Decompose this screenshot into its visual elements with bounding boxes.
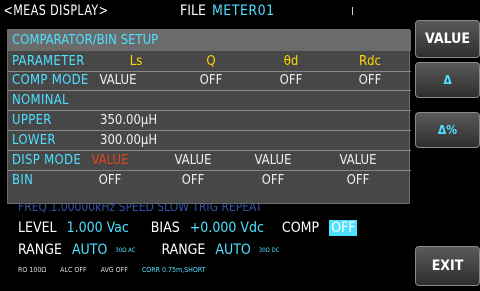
- bin-col-4[interactable]: OFF: [318, 173, 398, 188]
- param-col-4: Rdc: [359, 54, 381, 69]
- row-comp-mode: COMP MODE VALUE OFF OFF OFF: [8, 72, 411, 91]
- upper-value[interactable]: 350.00µH: [100, 113, 157, 128]
- bin-col-1[interactable]: OFF: [70, 173, 150, 188]
- page-mode-title: <MEAS DISPLAY>: [3, 3, 109, 19]
- softkey-column: VALUE Δ Δ% EXIT: [415, 0, 480, 291]
- disp-mode-col-4[interactable]: VALUE: [318, 153, 398, 168]
- status-ro: RO 100Ω: [18, 266, 47, 274]
- delta-percent-softkey[interactable]: Δ%: [415, 112, 480, 148]
- row-parameter: PARAMETER Ls Q θd Rdc: [8, 53, 411, 72]
- level-bias-row: LEVEL 1.000 Vac BIAS +0.000 Vdc COMP OFF: [18, 220, 358, 236]
- value-softkey[interactable]: VALUE: [415, 20, 480, 58]
- comparator-bin-panel: COMPARATOR/BIN SETUP PARAMETER Ls Q θd R…: [7, 29, 411, 204]
- file-label: FILE: [180, 3, 206, 19]
- bias-label: BIAS: [150, 220, 180, 236]
- measurement-area: FREQ 1.00000kHz SPEED SLOW TRIG REPEAT L…: [0, 200, 410, 291]
- disp-mode-col-2[interactable]: VALUE: [153, 153, 233, 168]
- disp-mode-col-1[interactable]: VALUE: [70, 153, 150, 168]
- range-dc-sub: 30Ω DC: [258, 246, 280, 254]
- row-disp-mode: DISP MODE VALUE VALUE VALUE VALUE: [8, 152, 411, 171]
- exit-softkey[interactable]: EXIT: [415, 246, 480, 286]
- row-nominal: NOMINAL: [8, 92, 411, 111]
- row-label-bin: BIN: [12, 173, 34, 188]
- disp-mode-col-3[interactable]: VALUE: [233, 153, 313, 168]
- bin-col-3[interactable]: OFF: [233, 173, 313, 188]
- comp-mode-col-4[interactable]: OFF: [330, 73, 410, 88]
- panel-title: COMPARATOR/BIN SETUP: [8, 30, 411, 51]
- range-ac-label: RANGE: [18, 242, 62, 258]
- comp-mode-col-1[interactable]: VALUE: [78, 73, 158, 88]
- top-bar: <MEAS DISPLAY> FILE METER01: [0, 0, 410, 22]
- status-alc: ALC OFF: [60, 266, 87, 274]
- delta-softkey[interactable]: Δ: [415, 62, 480, 98]
- file-name: METER01: [211, 3, 275, 19]
- range-ac-sub: 30Ω AC: [115, 246, 136, 254]
- range-dc-label: RANGE: [161, 242, 206, 258]
- status-corr: CORR 0.75m,SHORT: [141, 266, 206, 274]
- row-bin: BIN OFF OFF OFF OFF: [8, 172, 411, 191]
- lower-value[interactable]: 300.00µH: [100, 133, 157, 148]
- param-col-2: Q: [206, 54, 216, 69]
- comp-mode-col-2[interactable]: OFF: [171, 73, 251, 88]
- row-label-nominal: NOMINAL: [12, 93, 69, 108]
- row-label-upper: UPPER: [12, 113, 52, 128]
- param-col-1: Ls: [129, 54, 143, 69]
- row-lower: LOWER 300.00µH: [8, 132, 411, 151]
- range-dc-value[interactable]: AUTO: [215, 242, 250, 258]
- status-avg: AVG OFF: [100, 266, 128, 274]
- status-line: RO 100Ω ALC OFF AVG OFF CORR 0.75m,SHORT: [18, 266, 206, 274]
- level-value[interactable]: 1.000 Vac: [67, 220, 129, 236]
- cursor-tick: [352, 7, 353, 15]
- row-label-parameter: PARAMETER: [12, 54, 85, 69]
- bin-col-2[interactable]: OFF: [153, 173, 233, 188]
- level-label: LEVEL: [18, 220, 57, 236]
- param-col-3: θd: [283, 54, 299, 69]
- range-row: RANGE AUTO 30Ω AC RANGE AUTO 30Ω DC: [18, 242, 279, 258]
- row-label-lower: LOWER: [12, 133, 56, 148]
- comp-value[interactable]: OFF: [329, 220, 358, 236]
- comp-mode-col-3[interactable]: OFF: [251, 73, 331, 88]
- bias-value[interactable]: +0.000 Vdc: [190, 220, 264, 236]
- row-upper: UPPER 350.00µH: [8, 112, 411, 131]
- comp-label: COMP: [281, 220, 320, 236]
- range-ac-value[interactable]: AUTO: [72, 242, 107, 258]
